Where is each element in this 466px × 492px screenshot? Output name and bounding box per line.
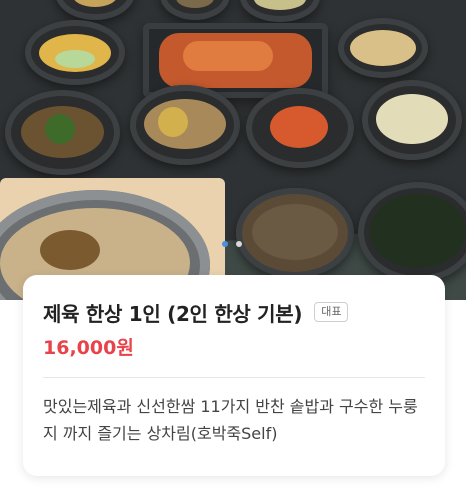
- salad-bowl: [25, 20, 125, 85]
- stir-fry-bowl: [5, 90, 120, 175]
- menu-photo[interactable]: [0, 0, 466, 300]
- menu-info-card: 제육 한상 1인 (2인 한상 기본) 대표 16,000원 맛있는제육과 신선…: [23, 275, 445, 476]
- empty-bowl: [236, 188, 354, 278]
- abalone-bowl: [130, 85, 240, 165]
- divider: [43, 377, 425, 378]
- pagination-dot-active[interactable]: [222, 241, 228, 247]
- representative-badge: 대표: [314, 302, 349, 322]
- pagination-dot[interactable]: [236, 241, 242, 247]
- title-row: 제육 한상 1인 (2인 한상 기본) 대표: [43, 297, 349, 327]
- dumpling-bowl: [338, 18, 428, 78]
- seaweed-soup-bowl: [358, 182, 466, 282]
- menu-price: 16,000원: [43, 337, 134, 359]
- kimchi-bowl: [246, 88, 354, 168]
- bean-sprout-bowl: [362, 80, 462, 160]
- menu-title: 제육 한상 1인 (2인 한상 기본): [43, 301, 303, 326]
- image-pagination: [0, 238, 466, 250]
- menu-description: 맛있는제육과 신선한쌈 11가지 반찬 솥밥과 구수한 누룽지 까지 즐기는 상…: [43, 397, 418, 443]
